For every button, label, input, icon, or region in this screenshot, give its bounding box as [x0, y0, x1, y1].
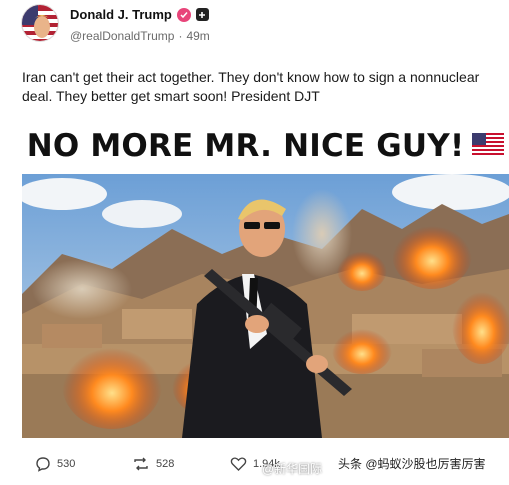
- post-time[interactable]: 49m: [186, 29, 209, 43]
- author-name[interactable]: Donald J. Trump: [70, 7, 172, 22]
- watermark-right: 头条 @蚂蚁沙股也厉害厉害: [338, 457, 486, 471]
- avatar[interactable]: [21, 4, 59, 42]
- reply-count: 530: [57, 458, 76, 470]
- image-banner: NO MORE MR. NICE GUY!: [22, 118, 509, 174]
- us-flag-icon: [472, 132, 505, 160]
- post-text: Iran can't get their act together. They …: [22, 69, 480, 104]
- repost-icon: [134, 457, 148, 471]
- author-handle[interactable]: @realDonaldTrump: [70, 29, 174, 43]
- heart-icon: [230, 457, 247, 471]
- repost-count: 528: [156, 458, 175, 470]
- repost-button[interactable]: 528: [132, 456, 174, 472]
- scene-image: [22, 174, 509, 438]
- watermark-center: @新华国际: [262, 462, 323, 476]
- post-header: Donald J. Trump @realDonaldTrump · 49m: [0, 0, 509, 60]
- banner-text: NO MORE MR. NICE GUY!: [26, 128, 465, 164]
- separator: ·: [178, 29, 183, 43]
- reply-icon: [36, 457, 50, 472]
- plus-badge-icon: [195, 8, 209, 21]
- verified-badge-icon: [176, 7, 191, 22]
- post-image[interactable]: NO MORE MR. NICE GUY!: [22, 118, 509, 438]
- reply-button[interactable]: 530: [35, 456, 75, 472]
